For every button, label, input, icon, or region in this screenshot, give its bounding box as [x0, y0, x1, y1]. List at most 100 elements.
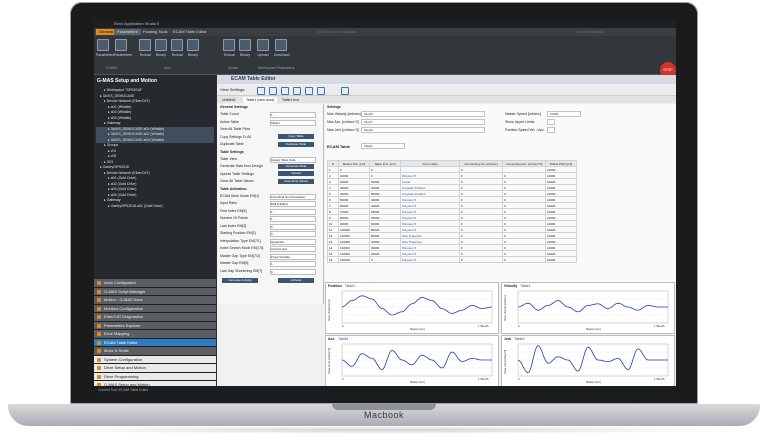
settings-value[interactable]: EM[3] EM[4] — [270, 201, 316, 207]
tool-icon — [97, 332, 101, 336]
view-tool-icon[interactable] — [293, 87, 301, 95]
settings-value[interactable]: Incremental — [270, 246, 316, 252]
nav-item[interactable]: Move & Settle — [94, 347, 216, 356]
settings-value[interactable]: Fixed Variable — [270, 253, 316, 260]
table-cell[interactable]: 150000 — [338, 256, 370, 263]
ribbon-button-parameters-2[interactable]: Parameters — [114, 39, 132, 57]
settings-value[interactable]: 0 — [270, 268, 316, 275]
view-tool-icon[interactable] — [341, 87, 349, 95]
textual-icon — [139, 39, 151, 51]
settings-label: Active Table — [220, 119, 239, 124]
tool-icon — [97, 315, 101, 319]
settings-button[interactable]: Duplicate Table — [278, 141, 314, 147]
table-cell[interactable]: 0 — [369, 256, 401, 263]
ribbon-button-binary[interactable]: Binary — [154, 39, 168, 57]
ribbon-button-textual[interactable]: Textual — [138, 39, 152, 57]
nav-item[interactable]: ECAM Table Editor — [94, 338, 216, 347]
nav-item[interactable]: G-MAS Script Manager — [94, 287, 216, 296]
tool-icon — [97, 374, 101, 379]
upload-icon — [257, 39, 269, 51]
position-speed-checkbox[interactable] — [547, 127, 555, 133]
table-row[interactable]: 16 150000 0 Polynom 5 0 0 10000 — [327, 256, 577, 263]
tree-node[interactable]: ▸ GantrySPS2016.a01 (Gold Drive) — [96, 204, 214, 210]
settings-value[interactable]: Quadratic — [270, 238, 316, 245]
ribbon-button-download[interactable]: Download — [274, 39, 290, 57]
nav-item[interactable]: EtherCAT Diagnostics — [94, 313, 216, 322]
table-cell[interactable]: Polynom 5 — [400, 256, 460, 263]
nav-item[interactable]: Drive Programming — [94, 372, 216, 381]
settings-label: Last Index EM[2] — [220, 223, 247, 228]
nav-item[interactable]: Axes Configurator — [94, 279, 216, 288]
tool-icon — [97, 349, 101, 353]
settings-value[interactable]: Table1 — [270, 119, 316, 126]
tab-table1-new[interactable]: Table1 (new docs) — [243, 97, 278, 103]
nav-label: Error Mapping — [104, 331, 130, 336]
table-cell[interactable]: 0 — [459, 256, 503, 263]
settings-value[interactable]: 1 — [270, 216, 316, 222]
ribbon-tab-ecam[interactable]: ECAM Table Editor — [170, 29, 210, 35]
table-cell[interactable]: 10000 — [545, 256, 577, 263]
laptop-brand: Macbook — [363, 410, 405, 420]
screen: Elmo Application Studio II General Param… — [94, 20, 676, 394]
ribbon-button-binary-3[interactable]: Binary — [238, 39, 252, 57]
ribbon-group-scope: Scope — [228, 66, 238, 70]
plot-svg: Slave Accel. [cnt/sec^2] Master [cnt] 0 1.5… — [328, 343, 493, 384]
ribbon-tab-floating-tools[interactable]: Floating Tools — [140, 29, 171, 35]
max-jerk-input[interactable]: 1E+09 — [361, 127, 485, 133]
ribbon-button-textual-2[interactable]: Textual — [170, 39, 184, 57]
nav-item[interactable]: Drive Setup and Motion — [94, 364, 216, 373]
ribbon-button-upload[interactable]: Upload — [256, 39, 270, 57]
ecam-editor: ECAM Table Editor View Settings: Untitle… — [217, 75, 676, 387]
settings-value[interactable]: Design Table Data — [270, 156, 316, 163]
nav-item[interactable]: Error Mapping — [94, 330, 216, 339]
settings-value[interactable]: 0 — [270, 223, 316, 230]
plot-tick-label: 0 — [342, 377, 344, 381]
ribbon-button-textual-3[interactable]: Textual — [222, 39, 236, 57]
ribbon-tab-parameters[interactable]: Parameters — [114, 29, 141, 35]
ecam-table-name[interactable]: Table1 — [361, 143, 405, 149]
tool-icon — [97, 366, 101, 370]
activate-button[interactable]: Activate — [278, 278, 314, 283]
ribbon-tab-documentation[interactable]: Documentation — [574, 29, 607, 35]
settings-button[interactable]: Upload — [278, 171, 314, 176]
settings-value[interactable]: 1 — [270, 112, 316, 118]
ribbon-tab-easii[interactable]: EASII and Companion — [314, 29, 360, 35]
settings-value[interactable]: 1 — [270, 208, 316, 215]
show-upper-limits-checkbox[interactable] — [547, 119, 555, 125]
max-acc-input[interactable]: 1E+07 — [361, 119, 485, 125]
ribbon-button-binary-2[interactable]: Binary — [186, 39, 200, 57]
settings-label: First Index EM[5] — [220, 208, 247, 213]
table-cell[interactable]: 0 — [502, 256, 546, 263]
master-speed-input[interactable]: 10000 — [547, 111, 581, 117]
settings-button[interactable]: Clear ETQ Values — [278, 178, 314, 184]
settings-value[interactable]: 0 — [270, 231, 316, 237]
nav-item[interactable]: Motion - G-MAS Axes — [94, 296, 216, 305]
generate-apply-button[interactable]: Generate & Apply — [222, 278, 258, 283]
settings-button[interactable]: Copy Table — [278, 134, 314, 139]
view-tool-icon[interactable] — [257, 87, 265, 95]
ribbon-button-parameters[interactable]: Parameters — [96, 39, 114, 57]
settings-label: Interpolation Type EM[7/1] — [220, 238, 261, 243]
settings-value[interactable]: 1 — [270, 261, 316, 267]
settings-value[interactable]: Periodical Non Periodical — [270, 193, 316, 200]
nav-item[interactable]: System Configuration — [94, 355, 216, 364]
settings-button[interactable]: Generate Table — [278, 163, 314, 169]
nav-item[interactable]: Parameters Explorer — [94, 321, 216, 330]
ribbon-tabs: General Parameters Floating Tools ECAM T… — [94, 28, 676, 36]
document-tabs: Untitled1 Table1 (new docs) Table1.ecn — [217, 96, 676, 103]
download-icon — [275, 39, 287, 51]
ribbon-group-workspace: Workspace Parameters — [258, 66, 295, 70]
view-tool-icon[interactable] — [269, 87, 277, 95]
view-tool-icon[interactable] — [305, 87, 313, 95]
tab-untitled1[interactable]: Untitled1 — [219, 97, 239, 103]
nav-item[interactable]: Modbus Configuration — [94, 304, 216, 313]
max-velocity-label: Max Velocity [cnt/sec] — [327, 112, 361, 116]
plot-svg: Slave Position [cnt] Master [cnt] 0 1.5E+05 — [328, 290, 493, 331]
workspace-tree: ▸ Workspace "SPS2016" ▸ 3AXIS_DEMOCASE ▸ D… — [96, 88, 214, 209]
nav-label: System Configuration — [104, 356, 143, 362]
max-velocity-input[interactable]: 1E+06 — [361, 111, 485, 117]
tab-table1-ecn[interactable]: Table1.ecn — [279, 97, 302, 103]
table-cell[interactable]: 16 — [327, 256, 339, 263]
view-tool-icon[interactable] — [281, 87, 289, 95]
view-tool-icon[interactable] — [317, 87, 325, 95]
